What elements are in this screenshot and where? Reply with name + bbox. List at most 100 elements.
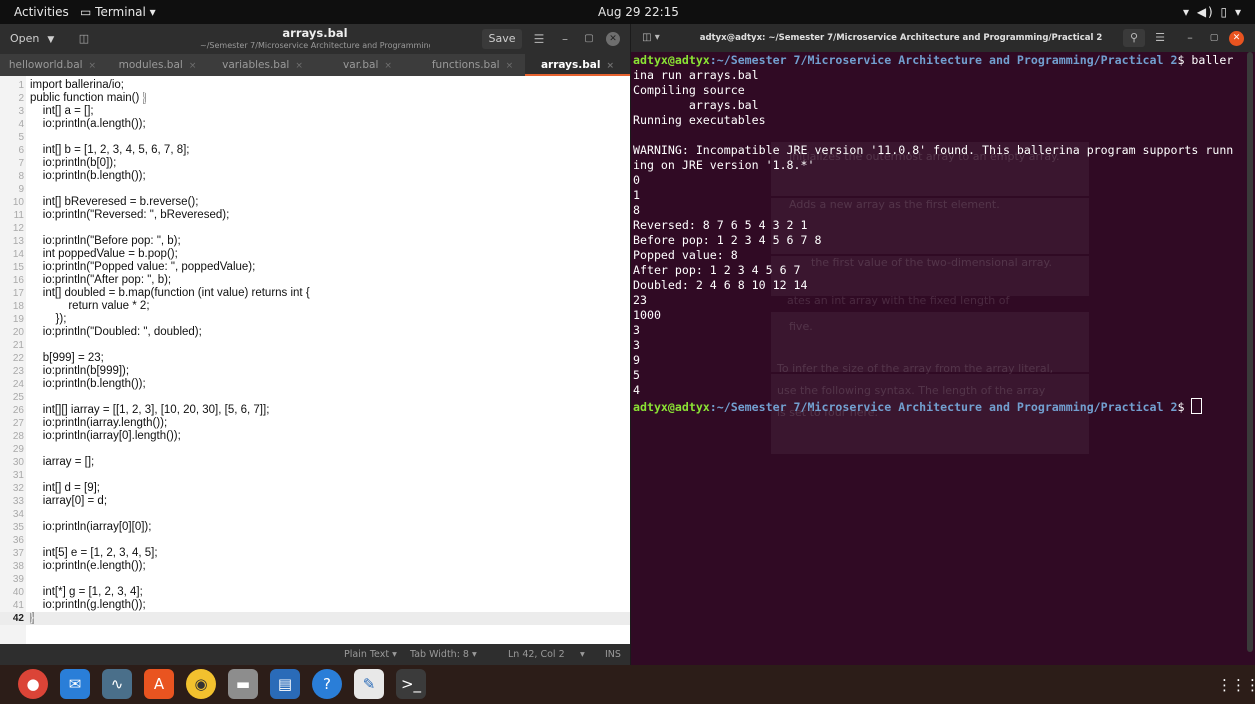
tab-close-icon[interactable]: ×	[189, 61, 197, 71]
line-number: 35	[12, 522, 24, 533]
line-number: 18	[12, 301, 24, 312]
terminal-scrollbar[interactable]	[1247, 52, 1253, 652]
code-text: b[999] = 23;	[30, 352, 104, 364]
app-menu-terminal[interactable]: ▭ Terminal ▾	[80, 0, 156, 24]
code-line: 26 int[][] iarray = [[1, 2, 3], [10, 20,…	[0, 404, 630, 417]
code-text: int[] d = [9];	[30, 482, 100, 494]
line-number: 21	[12, 340, 24, 351]
code-editor[interactable]: 1 import ballerina/io; 2 public function ma…	[0, 76, 630, 644]
save-button[interactable]: Save	[482, 29, 522, 49]
line-number: 20	[12, 327, 24, 338]
prompt-path: :~/Semester 7/Microservice Architecture …	[709, 400, 1178, 414]
activities-button[interactable]: Activities	[14, 0, 69, 24]
hamburger-menu-icon[interactable]: ☰	[1149, 29, 1171, 47]
tab-arrays-bal[interactable]: arrays.bal ×	[525, 54, 630, 76]
chevron-down-icon[interactable]: ▾	[580, 644, 585, 665]
code-text: io:println(iarray[0][0]);	[30, 521, 152, 533]
line-number: 27	[12, 418, 24, 429]
code-text: int[] a = [];	[30, 105, 94, 117]
line-number: 32	[12, 483, 24, 494]
open-label: Open	[10, 32, 40, 45]
new-tab-icon[interactable]: ◫ ▾	[637, 29, 665, 47]
terminal-output[interactable]: Initializes the outermost array to an em…	[631, 52, 1245, 665]
code-line: 41 io:println(g.length());	[0, 599, 630, 612]
code-line: 11 io:println("Reversed: ", bReveresed);	[0, 209, 630, 222]
code-line: 40 int[*] g = [1, 2, 3, 4];	[0, 586, 630, 599]
terminal-output-line: Reversed: 8 7 6 5 4 3 2 1	[633, 218, 808, 232]
line-number: 3	[18, 106, 24, 117]
terminal-output-line: WARNING: Incompatible JRE version '11.0.…	[633, 143, 1234, 157]
tab-functions-bal[interactable]: functions.bal ×	[420, 54, 525, 76]
code-text: return value * 2;	[30, 300, 150, 312]
thunderbird-icon[interactable]: ✉	[60, 669, 90, 699]
tab-close-icon[interactable]: ×	[295, 61, 303, 71]
tab-close-icon[interactable]: ×	[506, 61, 514, 71]
code-line: 18 return value * 2;	[0, 300, 630, 313]
top-bar: Activities ▭ Terminal ▾ Aug 29 22:15 ▾ ◀…	[0, 0, 1255, 24]
text-editor-icon[interactable]: ✎	[354, 669, 384, 699]
system-tray[interactable]: ▾ ◀) ▯ ▾	[1183, 0, 1243, 24]
maximize-icon[interactable]: ▢	[1205, 29, 1223, 47]
close-icon[interactable]: ✕	[606, 32, 620, 46]
tab-close-icon[interactable]: ×	[606, 61, 614, 71]
code-text: int poppedValue = b.pop();	[30, 248, 178, 260]
maximize-icon[interactable]: ▢	[580, 29, 598, 49]
terminal-icon[interactable]: >_	[396, 669, 426, 699]
language-selector[interactable]: Plain Text ▾	[344, 644, 397, 665]
terminal-headerbar: ◫ ▾ adtyx@adtyx: ~/Semester 7/Microservi…	[631, 24, 1255, 52]
ghost-text: use the following syntax. The length of …	[777, 384, 1046, 397]
system-monitor-icon[interactable]: ∿	[102, 669, 132, 699]
terminal-output-line: Compiling source	[633, 83, 745, 97]
code-text: io:println(g.length());	[30, 599, 146, 611]
terminal-output-line: 3	[633, 338, 640, 352]
code-text: io:println(b[999]);	[30, 365, 130, 377]
code-line: 9	[0, 183, 630, 196]
chrome-icon[interactable]: ●	[18, 669, 48, 699]
files-icon[interactable]: ▬	[228, 669, 258, 699]
tab-helloworld-bal[interactable]: helloworld.bal ×	[0, 54, 105, 76]
dock: ⋮⋮⋮ ● ✉ ∿ A ◉ ▬ ▤? ✎ >_	[0, 665, 1255, 704]
close-icon[interactable]: ✕	[1229, 31, 1244, 46]
tab-var-bal[interactable]: var.bal ×	[315, 54, 420, 76]
text-editor-window: Open ▼ ◫ arrays.bal ~/Semester 7/Microser…	[0, 24, 631, 665]
clock[interactable]: Aug 29 22:15	[598, 0, 679, 24]
line-number: 17	[12, 288, 24, 299]
code-text: io:println(b.length());	[30, 378, 146, 390]
code-text: int[] b = [1, 2, 3, 4, 5, 6, 7, 8];	[30, 144, 190, 156]
open-button[interactable]: Open ▼	[10, 29, 70, 49]
terminal-output-line: ing on JRE version '1.8.*'	[633, 158, 815, 172]
tab-width-selector[interactable]: Tab Width: 8 ▾	[410, 644, 477, 665]
line-number: 19	[12, 314, 24, 325]
code-text: int[] bReveresed = b.reverse();	[30, 196, 199, 208]
matched-bracket: }	[30, 612, 34, 624]
code-text: io:println(e.length());	[30, 560, 146, 572]
line-number: 38	[12, 561, 24, 572]
line-number: 30	[12, 457, 24, 468]
minimize-icon[interactable]: –	[556, 29, 574, 49]
cursor-position[interactable]: Ln 42, Col 2	[508, 644, 565, 665]
hamburger-menu-icon[interactable]: ☰	[528, 29, 550, 49]
ghost-text: the first value of the two-dimensional a…	[811, 256, 1052, 269]
tab-close-icon[interactable]: ×	[89, 61, 97, 71]
code-line: 33 iarray[0] = d;	[0, 495, 630, 508]
help-icon[interactable]: ?	[312, 669, 342, 699]
tab-modules-bal[interactable]: modules.bal ×	[105, 54, 210, 76]
show-applications-icon[interactable]: ⋮⋮⋮	[1217, 672, 1255, 698]
code-line: 35 io:println(iarray[0][0]);	[0, 521, 630, 534]
terminal-output-line: arrays.bal	[633, 98, 759, 112]
new-document-icon[interactable]: ◫	[74, 30, 94, 48]
libreoffice-writer-icon[interactable]: ▤	[270, 669, 300, 699]
code-line: 2 public function main() {	[0, 92, 630, 105]
tab-close-icon[interactable]: ×	[384, 61, 392, 71]
minimize-icon[interactable]: –	[1181, 29, 1199, 47]
software-center-icon[interactable]: A	[144, 669, 174, 699]
rhythmbox-icon[interactable]: ◉	[186, 669, 216, 699]
terminal-title: adtyx@adtyx: ~/Semester 7/Microservice A…	[699, 33, 1103, 43]
line-number: 33	[12, 496, 24, 507]
tab-variables-bal[interactable]: variables.bal ×	[210, 54, 315, 76]
search-icon[interactable]: ⚲	[1123, 29, 1145, 47]
prompt-path: :~/Semester 7/Microservice Architecture …	[709, 53, 1178, 67]
line-number: 7	[18, 158, 24, 169]
line-number: 16	[12, 275, 24, 286]
code-text: io:println(iarray[0].length());	[30, 430, 181, 442]
